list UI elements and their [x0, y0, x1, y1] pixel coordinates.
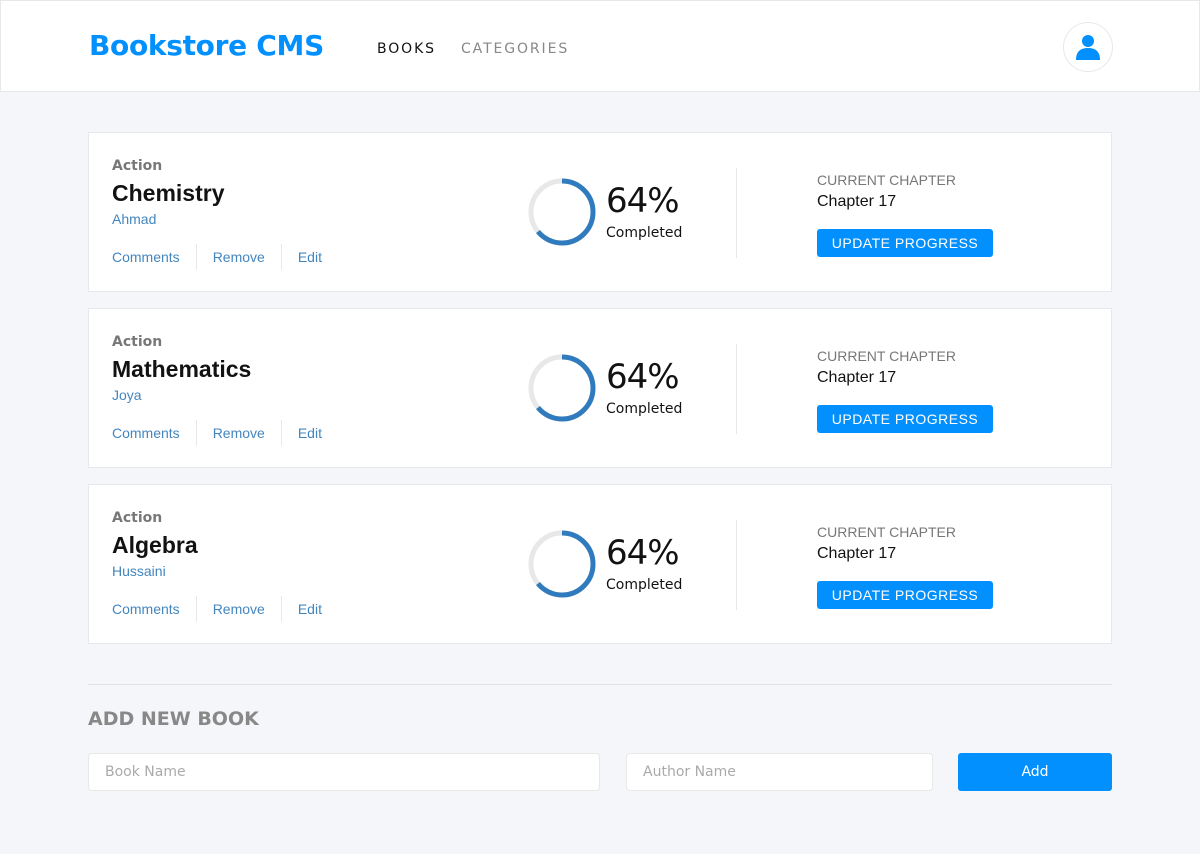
update-progress-button[interactable]: UPDATE PROGRESS: [817, 229, 993, 257]
book-actions: Comments Remove Edit: [112, 596, 338, 622]
remove-button[interactable]: Remove: [197, 596, 281, 622]
book-genre: Action: [112, 334, 163, 350]
progress-percent: 64%: [606, 357, 680, 397]
book-title: Mathematics: [112, 356, 252, 382]
nav-categories[interactable]: CATEGORIES: [461, 41, 569, 57]
book-actions: Comments Remove Edit: [112, 420, 338, 446]
brand-logo[interactable]: Bookstore CMS: [89, 29, 324, 62]
nav-books[interactable]: BOOKS: [377, 41, 436, 57]
add-book-button[interactable]: Add: [958, 753, 1112, 791]
completed-label: Completed: [606, 225, 683, 241]
remove-button[interactable]: Remove: [197, 420, 281, 446]
edit-button[interactable]: Edit: [282, 420, 338, 446]
progress-ring: [528, 354, 596, 422]
user-icon: [1076, 35, 1100, 60]
progress-ring: [528, 178, 596, 246]
progress-percent: 64%: [606, 181, 680, 221]
book-author[interactable]: Ahmad: [112, 211, 156, 227]
comments-button[interactable]: Comments: [112, 244, 196, 270]
divider: [736, 344, 737, 434]
comments-button[interactable]: Comments: [112, 596, 196, 622]
header: Bookstore CMS BOOKS CATEGORIES: [0, 0, 1200, 92]
current-chapter-label: CURRENT CHAPTER: [817, 524, 956, 540]
divider: [736, 168, 737, 258]
current-chapter-label: CURRENT CHAPTER: [817, 348, 956, 364]
book-title: Chemistry: [112, 180, 225, 206]
book-author[interactable]: Joya: [112, 387, 142, 403]
divider: [88, 684, 1112, 685]
edit-button[interactable]: Edit: [282, 244, 338, 270]
book-genre: Action: [112, 510, 163, 526]
progress-percent: 64%: [606, 533, 680, 573]
divider: [736, 520, 737, 610]
update-progress-button[interactable]: UPDATE PROGRESS: [817, 581, 993, 609]
current-chapter-label: CURRENT CHAPTER: [817, 172, 956, 188]
add-book-title: ADD NEW BOOK: [88, 708, 259, 730]
completed-label: Completed: [606, 577, 683, 593]
comments-button[interactable]: Comments: [112, 420, 196, 446]
completed-label: Completed: [606, 401, 683, 417]
book-name-input[interactable]: [88, 753, 600, 791]
book-actions: Comments Remove Edit: [112, 244, 338, 270]
book-author[interactable]: Hussaini: [112, 563, 166, 579]
book-card: Action Algebra Hussaini Comments Remove …: [88, 484, 1112, 644]
current-chapter-value: Chapter 17: [817, 545, 897, 562]
book-title: Algebra: [112, 532, 198, 558]
current-chapter-value: Chapter 17: [817, 193, 897, 210]
author-name-input[interactable]: [626, 753, 933, 791]
progress-ring: [528, 530, 596, 598]
book-genre: Action: [112, 158, 163, 174]
current-chapter-value: Chapter 17: [817, 369, 897, 386]
book-card: Action Mathematics Joya Comments Remove …: [88, 308, 1112, 468]
user-avatar-button[interactable]: [1063, 22, 1113, 72]
update-progress-button[interactable]: UPDATE PROGRESS: [817, 405, 993, 433]
book-card: Action Chemistry Ahmad Comments Remove E…: [88, 132, 1112, 292]
edit-button[interactable]: Edit: [282, 596, 338, 622]
remove-button[interactable]: Remove: [197, 244, 281, 270]
